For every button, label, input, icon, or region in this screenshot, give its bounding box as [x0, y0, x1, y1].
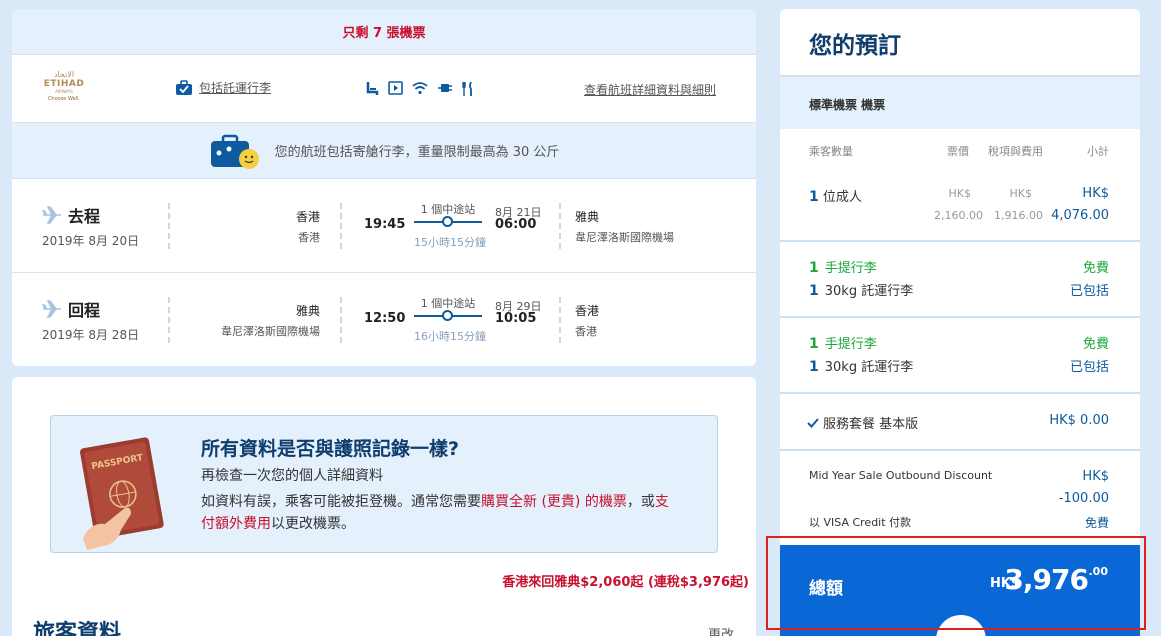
departure-city: 香港	[295, 210, 320, 224]
checked-baggage: 1 30kg 託運行李	[809, 283, 914, 299]
total-amount: 3,976	[1004, 563, 1089, 596]
checkmark-icon	[807, 417, 819, 428]
total-label: 總額	[809, 579, 843, 599]
baggage-included-link[interactable]: 包括託運行李	[175, 79, 271, 96]
discount-value: -100.00	[1058, 491, 1109, 506]
leg-direction: 去程	[42, 203, 100, 227]
discount-payment: Mid Year Sale Outbound Discount HK$ -100…	[780, 451, 1140, 541]
amenities	[365, 81, 474, 97]
booking-title: 您的預訂	[780, 9, 1140, 77]
power-icon	[438, 84, 452, 92]
flight-details-link[interactable]: 查看航班詳細資料與細則	[584, 81, 716, 98]
header-fare: 票價	[947, 145, 969, 158]
arrival-airport: 韋尼澤洛斯國際機場	[575, 231, 674, 244]
stop-dot	[442, 216, 453, 227]
etihad-logo: الاتحاد ETIHAD AIRWAYS Choose Well.	[43, 70, 85, 102]
departure-airport: 香港	[298, 231, 320, 244]
flight-duration: 16小時15分鐘	[414, 330, 486, 343]
stops-count: 1 個中途站	[420, 297, 476, 310]
stops-count: 1 個中途站	[420, 203, 476, 216]
plane-icon	[42, 206, 61, 224]
departure-time: 19:45	[364, 217, 406, 232]
divider	[559, 297, 561, 343]
passport-notice: PASSPORT 所有資料是否與護照記錄一樣? 再檢查一次您的個人詳細資料 如資…	[50, 415, 718, 553]
departure-time: 12:50	[364, 311, 406, 326]
wifi-icon	[412, 82, 428, 95]
service-package-label: 服務套餐 基本版	[807, 413, 918, 432]
suitcase-icon	[176, 79, 192, 95]
divider	[168, 297, 170, 343]
seats-left-banner: 只剩 7 張機票	[12, 9, 756, 55]
meal-icon	[462, 81, 472, 96]
payment-method-fee: 免費	[1084, 516, 1109, 530]
arrival-time: 06:00	[495, 217, 537, 232]
payment-method-label: 以 VISA Credit 付款	[809, 516, 912, 529]
divider	[168, 203, 170, 249]
booking-summary: 您的預訂 標準機票 機票 乘客數量 票價 稅項與費用 小計 1 位成人 HK$ …	[780, 9, 1140, 636]
divider	[340, 297, 342, 343]
airline-row: الاتحاد ETIHAD AIRWAYS Choose Well. 包括託運…	[12, 55, 756, 123]
fare-currency: HK$	[948, 187, 971, 200]
leg-date: 2019年 8月 28日	[42, 328, 140, 342]
passenger-count: 1 位成人	[809, 189, 862, 205]
baggage-link-text: 包括託運行李	[199, 81, 272, 95]
buy-new-ticket-text: 購買全新 (更貴) 的機票	[481, 494, 627, 510]
baggage-return: 1 手提行李 免費 1 30kg 託運行李 已包括	[780, 318, 1140, 394]
luggage-smiley-icon	[210, 134, 259, 169]
entertainment-icon	[388, 81, 403, 95]
divider	[559, 203, 561, 249]
tax-value: 1,916.00	[994, 209, 1043, 222]
divider	[340, 203, 342, 249]
header-tax: 稅項與費用	[988, 145, 1043, 158]
checked-baggage-status: 已包括	[1069, 360, 1109, 375]
hand-baggage: 1 手提行李	[809, 260, 877, 276]
leg-direction: 回程	[42, 297, 100, 321]
seat-icon	[366, 82, 379, 95]
hand-baggage: 1 手提行李	[809, 336, 877, 352]
promo-price-text: 香港來回雅典$2,060起 (連稅$3,976起)	[502, 575, 749, 590]
service-package-price: HK$ 0.00	[1049, 413, 1109, 428]
passport-subtitle: 再檢查一次您的個人詳細資料	[201, 468, 383, 484]
leg-date: 2019年 8月 20日	[42, 234, 140, 248]
passport-hand-icon: PASSPORT	[80, 437, 164, 550]
flight-leg-return[interactable]: 回程 2019年 8月 28日 雅典 韋尼澤洛斯國際機場 12:50 1 個中途…	[12, 273, 756, 366]
plane-icon	[42, 300, 61, 318]
edit-travellers-link[interactable]: 更改	[708, 624, 734, 636]
passport-body: 如資料有誤，乘客可能被拒登機。通常您需要購買全新 (更貴) 的機票，或支付額外費…	[201, 494, 669, 532]
departure-airport: 韋尼澤洛斯國際機場	[221, 325, 320, 338]
service-package: 服務套餐 基本版 HK$ 0.00	[780, 394, 1140, 451]
subtotal-value: 4,076.00	[1051, 208, 1109, 223]
traveller-info-title: 旅客資料	[33, 621, 122, 636]
hand-baggage-status: 免費	[1082, 337, 1109, 352]
total-price-bar: 總額 HK$ 3,976 .00	[780, 545, 1140, 636]
flight-card: 只剩 7 張機票 الاتحاد ETIHAD AIRWAYS Choose W…	[12, 9, 756, 366]
discount-label: Mid Year Sale Outbound Discount	[809, 469, 993, 482]
header-pax: 乘客數量	[809, 145, 853, 158]
fare-value: 2,160.00	[934, 209, 983, 222]
passport-title: 所有資料是否與護照記錄一樣?	[201, 438, 460, 460]
total-decimals: .00	[1088, 565, 1109, 578]
arrival-time: 10:05	[495, 311, 537, 326]
discount-currency: HK$	[1082, 469, 1109, 484]
fare-breakdown: 乘客數量 票價 稅項與費用 小計 1 位成人 HK$ 2,160.00 HK$ …	[780, 129, 1140, 242]
checked-baggage-status: 已包括	[1069, 284, 1109, 299]
baggage-notice: 您的航班包括寄艙行李，重量限制最高為 30 公斤	[12, 123, 756, 179]
checked-baggage: 1 30kg 託運行李	[809, 359, 914, 375]
flight-duration: 15小時15分鐘	[414, 236, 486, 249]
subtotal-currency: HK$	[1082, 186, 1109, 201]
arrival-city: 雅典	[575, 210, 600, 224]
arrival-airport: 香港	[575, 325, 597, 338]
stop-dot	[442, 310, 453, 321]
flight-leg-outbound[interactable]: 去程 2019年 8月 20日 香港 香港 19:45 1 個中途站 15小時1…	[12, 179, 756, 273]
passport-check-card: PASSPORT 所有資料是否與護照記錄一樣? 再檢查一次您的個人詳細資料 如資…	[12, 377, 756, 636]
baggage-notice-text: 您的航班包括寄艙行李，重量限制最高為 30 公斤	[274, 145, 560, 160]
header-subtotal: 小計	[1087, 145, 1109, 158]
departure-city: 雅典	[295, 304, 320, 318]
expand-toggle[interactable]	[936, 615, 986, 636]
tax-currency: HK$	[1009, 187, 1032, 200]
baggage-outbound: 1 手提行李 免費 1 30kg 託運行李 已包括	[780, 242, 1140, 318]
fare-type: 標準機票 機票	[780, 77, 1140, 129]
arrival-city: 香港	[575, 304, 600, 318]
hand-baggage-status: 免費	[1082, 261, 1109, 276]
